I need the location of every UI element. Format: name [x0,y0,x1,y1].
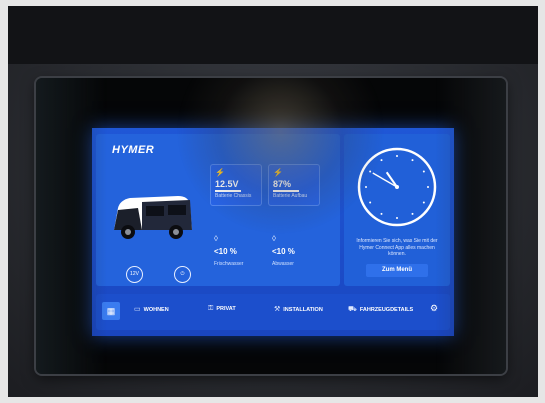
lightning-icon: ⚡ [215,168,225,177]
water-drop-icon: ◊ [272,234,276,243]
clock-tick [369,170,372,173]
gear-icon[interactable]: ⚙ [430,303,438,314]
user-icon: ⚿ [208,305,214,312]
cabinet-top [8,6,538,64]
clock-tick [396,155,398,157]
clock-tick [396,217,398,219]
waste-water-tank[interactable]: ◊ <10 % Abwasser [270,234,320,274]
clock-tick [427,186,429,188]
nav-installation[interactable]: ⚒ INSTALLATION [274,305,323,313]
nav-fahrzeugdetails-label: FAHRZEUGDETAILS [359,307,414,313]
hymer-logo: HYMER [112,144,155,156]
battery-chassis-bar [215,190,241,192]
clock-tick [422,170,425,173]
clock-tick [411,159,414,162]
clock-tick [380,212,383,215]
nav-privat-label: PRIVAT [216,306,236,312]
nav-privat[interactable]: ⚿ PRIVAT [208,305,236,313]
waste-water-label: Abwasser [272,261,294,267]
menu-button[interactable]: Zum Menü [366,264,428,277]
fresh-water-value: <10 % [214,247,237,256]
vehicle-icon: ⛟ [348,306,357,313]
battery-body-tile[interactable]: ⚡ 87% Batterie Aufbau [268,164,320,206]
clock-tick [369,201,372,204]
nav-installation-label: INSTALLATION [283,307,323,313]
water-drop-icon: ◊ [214,234,218,243]
bottom-nav: ▦ ▭ WOHNEN ⚿ PRIVAT ⚒ INSTALLATION ⛟ FAHRZEU… [96,294,450,330]
info-text: Informieren Sie sich, was Sie mit der Hy… [356,238,438,257]
clock-tick [380,159,383,162]
nav-wohnen-label: WOHNEN [143,307,169,313]
waste-water-value: <10 % [272,247,295,256]
clock-panel: Informieren Sie sich, was Sie mit der Hy… [344,134,450,286]
status-panel: HYMER ⚡ 12.5V Batterie Chassis ⚡ 87% Bat… [96,134,340,286]
sofa-icon: ▭ [134,306,141,313]
fresh-water-tank[interactable]: ◊ <10 % Frischwasser [212,234,262,274]
installation-icon: ⚒ [274,306,281,313]
minute-hand [372,172,398,188]
fresh-water-label: Frischwasser [214,261,244,267]
nav-fahrzeugdetails[interactable]: ⛟ FAHRZEUGDETAILS [348,305,413,314]
nav-wohnen[interactable]: ▭ WOHNEN [134,305,169,313]
clock-tick [365,186,367,188]
touchscreen: HYMER ⚡ 12.5V Batterie Chassis ⚡ 87% Bat… [92,128,454,336]
clock-tick [411,212,414,215]
lightning-icon: ⚡ [273,168,283,177]
battery-chassis-tile[interactable]: ⚡ 12.5V Batterie Chassis [210,164,262,206]
battery-body-label: Batterie Aufbau [273,193,308,199]
battery-body-value: 87% [273,179,292,189]
home-grid-icon[interactable]: ▦ [102,302,120,320]
power-button[interactable]: ⏻ [174,266,191,283]
clock-tick [422,201,425,204]
van-image [114,196,192,239]
battery-chassis-label: Batterie Chassis [215,193,252,199]
voltage-button[interactable]: 12V [126,266,143,283]
battery-body-bar [273,190,299,192]
battery-chassis-value: 12.5V [215,179,239,189]
analog-clock [357,147,437,227]
